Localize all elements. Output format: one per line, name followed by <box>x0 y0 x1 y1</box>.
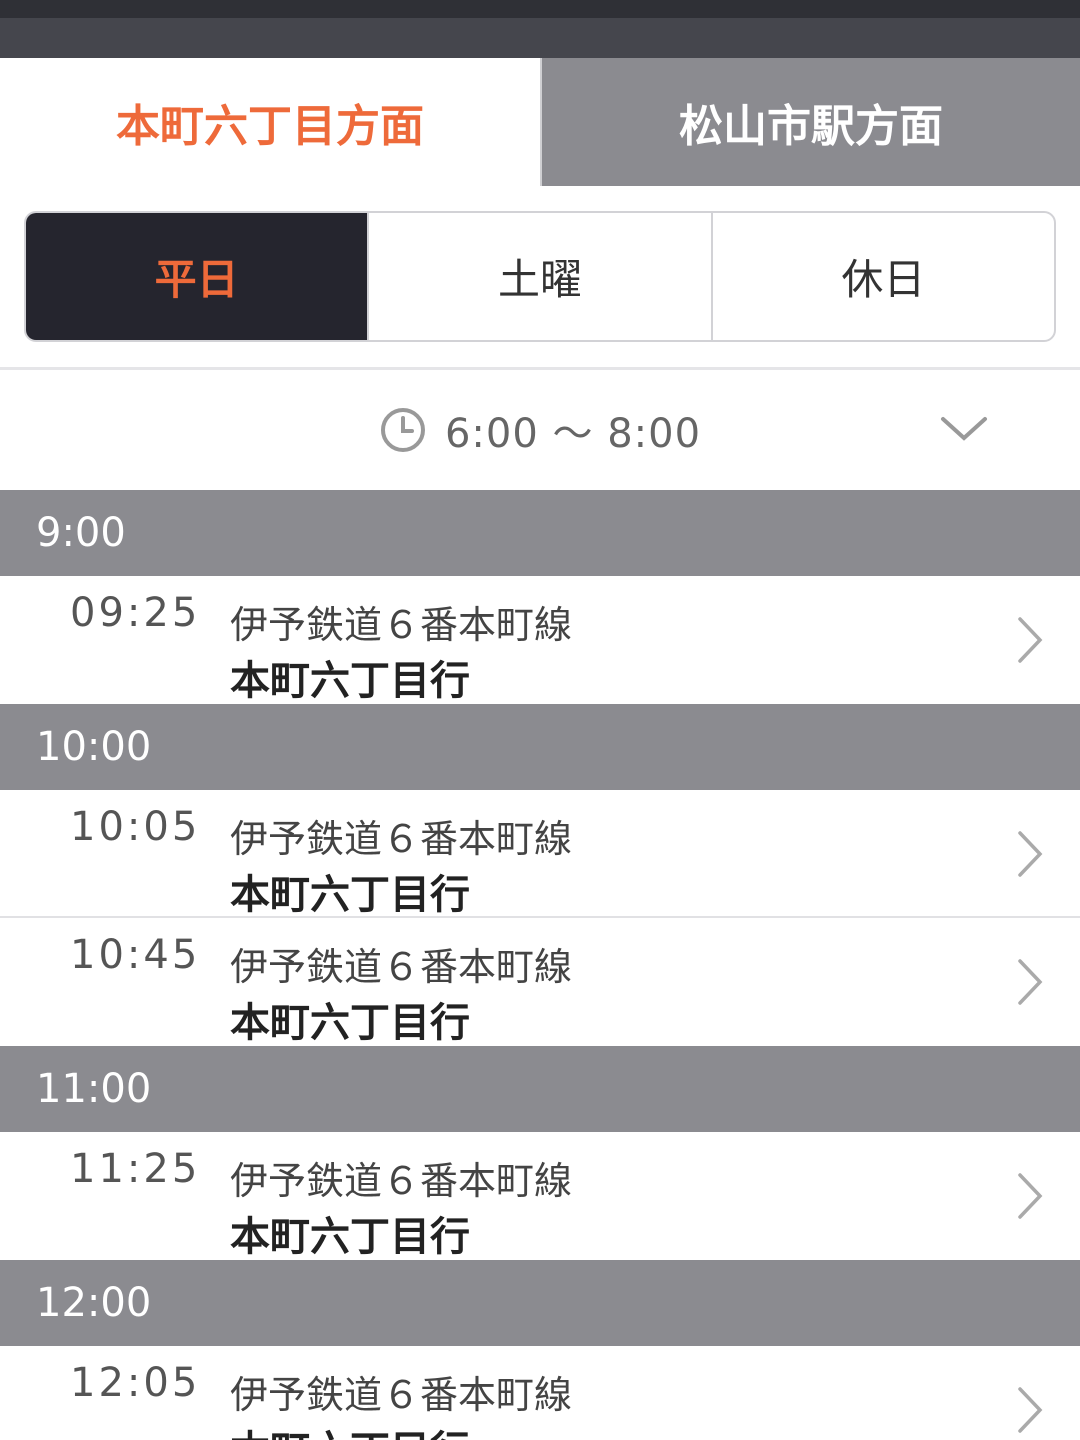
day-type-segmented-control: 平日 土曜 休日 <box>24 211 1056 342</box>
status-bar <box>0 0 1080 58</box>
tab-weekday[interactable]: 平日 <box>26 213 368 340</box>
destination: 本町六丁目行 <box>230 1418 470 1440</box>
hour-header: 10:00 <box>0 704 1080 790</box>
departure-row[interactable]: 11:25 伊予鉄道６番本町線 本町六丁目行 <box>0 1132 1080 1260</box>
departure-time: 12:05 <box>70 1360 201 1406</box>
tab-saturday[interactable]: 土曜 <box>367 213 710 340</box>
departure-time: 10:45 <box>70 932 201 978</box>
departure-row[interactable]: 10:45 伊予鉄道６番本町線 本町六丁目行 <box>0 918 1080 1046</box>
tab-holiday[interactable]: 休日 <box>710 213 1054 340</box>
departure-time: 11:25 <box>70 1146 201 1192</box>
chevron-right-icon <box>1018 831 1043 877</box>
hour-header: 12:00 <box>0 1260 1080 1346</box>
departure-row[interactable]: 12:05 伊予鉄道６番本町線 本町六丁目行 <box>0 1346 1080 1440</box>
time-range-selector[interactable]: 6:00 〜 8:00 <box>0 370 1080 490</box>
chevron-right-icon <box>1018 617 1043 663</box>
time-range-label: 6:00 〜 8:00 <box>444 411 702 457</box>
departure-row[interactable]: 09:25 伊予鉄道６番本町線 本町六丁目行 <box>0 576 1080 704</box>
status-bar-strip <box>0 0 1080 18</box>
chevron-right-icon <box>1018 959 1043 1005</box>
tab-matsuyamashi-station[interactable]: 松山市駅方面 <box>540 58 1080 186</box>
tab-honmachi-6chome[interactable]: 本町六丁目方面 <box>0 58 540 186</box>
departure-row[interactable]: 10:05 伊予鉄道６番本町線 本町六丁目行 <box>0 790 1080 918</box>
chevron-right-icon <box>1018 1387 1043 1433</box>
line-name: 伊予鉄道６番本町線 <box>230 1159 573 1203</box>
destination: 本町六丁目行 <box>230 658 470 704</box>
line-name: 伊予鉄道６番本町線 <box>230 1373 573 1417</box>
line-name: 伊予鉄道６番本町線 <box>230 817 573 861</box>
chevron-down-icon[interactable] <box>940 414 988 444</box>
line-name: 伊予鉄道６番本町線 <box>230 945 573 989</box>
destination: 本町六丁目行 <box>230 1214 470 1260</box>
hour-header: 11:00 <box>0 1046 1080 1132</box>
departure-time: 09:25 <box>70 590 201 636</box>
departure-time: 10:05 <box>70 804 201 850</box>
destination: 本町六丁目行 <box>230 872 470 918</box>
hour-header: 9:00 <box>0 490 1080 576</box>
direction-tabs: 本町六丁目方面 松山市駅方面 <box>0 58 1080 186</box>
line-name: 伊予鉄道６番本町線 <box>230 603 573 647</box>
clock-icon <box>380 408 425 452</box>
chevron-right-icon <box>1018 1173 1043 1219</box>
destination: 本町六丁目行 <box>230 1000 470 1046</box>
timetable-list: 9:00 09:25 伊予鉄道６番本町線 本町六丁目行 10:00 10:05 … <box>0 490 1080 1440</box>
